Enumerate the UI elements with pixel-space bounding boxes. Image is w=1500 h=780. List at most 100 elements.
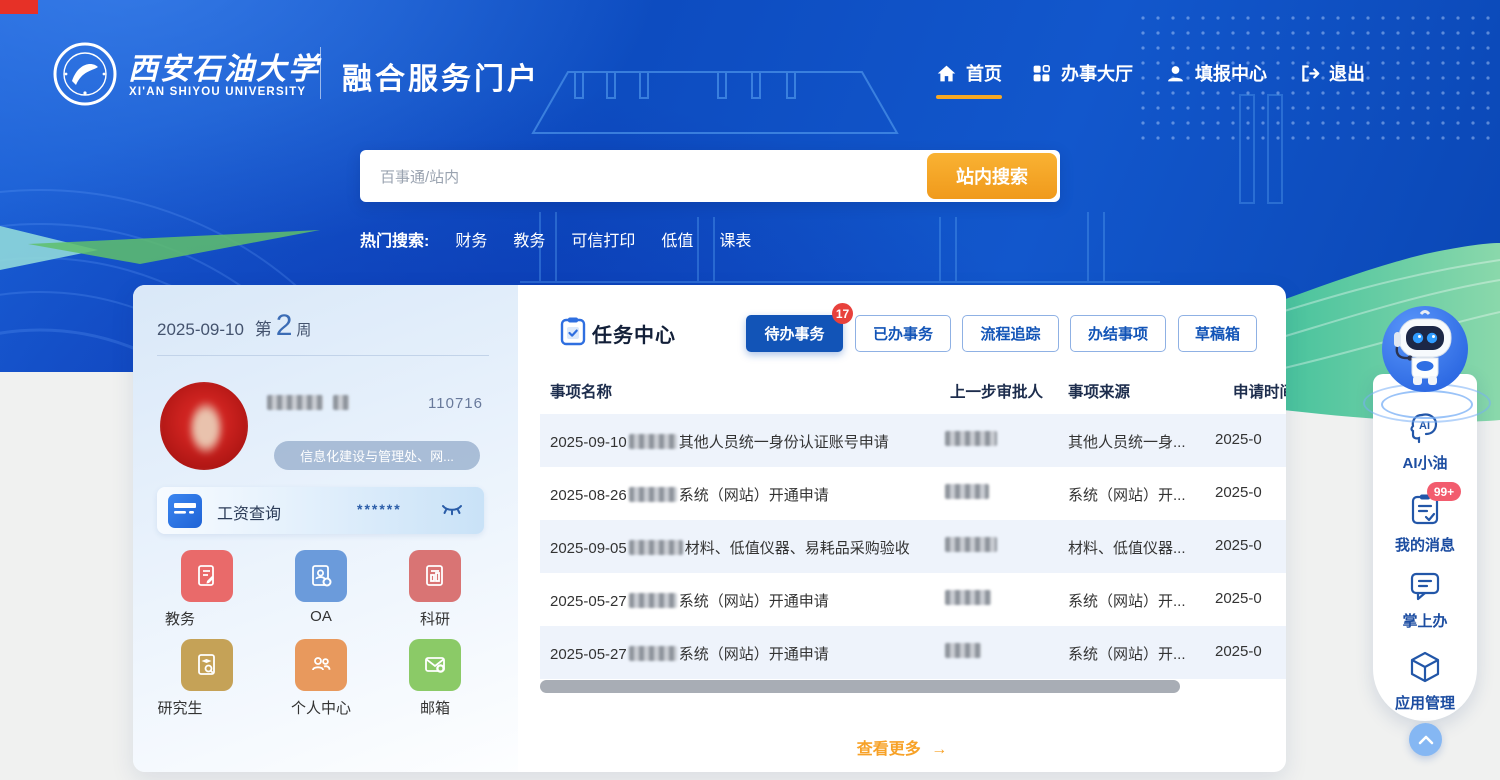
site-search-bar: 站内搜索 [360, 150, 1060, 202]
search-button[interactable]: 站内搜索 [927, 153, 1057, 199]
chat-bubble-icon [1408, 570, 1442, 602]
tab-label: 待办事务 [764, 323, 824, 344]
nav-item-service-hall[interactable]: 办事大厅 [1031, 60, 1133, 86]
tab-process-tracking[interactable]: 流程追踪 [962, 315, 1059, 352]
float-item-label: 我的消息 [1373, 534, 1477, 555]
applied-cell: 2025-0 [1215, 431, 1262, 448]
university-name-cn: 西安石油大学 [128, 44, 320, 88]
nav-label: 填报中心 [1195, 60, 1267, 86]
logout-icon [1299, 63, 1320, 84]
cube-icon [1408, 650, 1442, 684]
view-more-link[interactable]: 查看更多 → [802, 735, 1002, 759]
task-title-cell: 2025-08-26系统（网站）开通申请 [550, 484, 829, 505]
tab-label: 流程追踪 [980, 323, 1040, 344]
eye-closed-icon[interactable] [440, 500, 464, 523]
task-center-title: 任务中心 [592, 319, 676, 348]
applied-cell: 2025-0 [1215, 590, 1262, 607]
redacted-text [629, 593, 677, 608]
float-item-messages[interactable]: 99+ 我的消息 [1373, 492, 1477, 555]
robot-ripple [1381, 390, 1473, 419]
app-label: 科研 [375, 608, 495, 629]
screen-corner-marker [0, 0, 38, 14]
gate-outline-graphic [533, 72, 897, 133]
task-title-cell: 2025-05-27 系统（网站）开通申请 [550, 643, 829, 664]
search-input[interactable] [378, 150, 912, 204]
ai-robot-mascot[interactable] [1382, 306, 1468, 392]
task-title: 系统（网站）开通申请 [679, 646, 829, 663]
scroll-to-top-button[interactable] [1409, 723, 1442, 756]
tab-todo[interactable]: 待办事务 [746, 315, 843, 352]
redacted-text [629, 540, 683, 555]
salary-query-card[interactable]: 工资查询 ****** [157, 487, 484, 534]
tab-label: 已办事务 [873, 323, 933, 344]
nav-label: 退出 [1329, 60, 1365, 86]
float-item-app-management[interactable]: 应用管理 [1373, 650, 1477, 713]
redacted-text [629, 434, 677, 449]
nav-item-report-center[interactable]: 填报中心 [1165, 60, 1267, 86]
table-row[interactable]: 2025-09-10其他人员统一身份认证账号申请 其他人员统一身... 2025… [540, 414, 1286, 467]
tab-done[interactable]: 已办事务 [855, 315, 951, 352]
table-row[interactable]: 2025-05-27系统（网站）开通申请 系统（网站）开... 2025-0 [540, 573, 1286, 626]
app-label: 教务 [133, 608, 240, 629]
mail-icon [422, 652, 448, 678]
hot-search-row: 热门搜索: 财务 教务 可信打印 低值 课表 [360, 227, 751, 251]
panel-divider [157, 355, 489, 356]
redacted-approver [945, 431, 997, 446]
app-tile-mail[interactable] [409, 639, 461, 691]
main-content-card: 2025-09-10 第2周 110716 信息化建设与管理处、网... 工资查… [133, 285, 1286, 772]
float-item-mobile-office[interactable]: 掌上办 [1373, 570, 1477, 631]
hot-search-item[interactable]: 财务 [455, 227, 487, 251]
task-title: 其他人员统一身份认证账号申请 [679, 434, 889, 451]
people-icon [308, 652, 334, 678]
id-card-icon [308, 563, 334, 589]
avatar[interactable] [160, 382, 248, 470]
profile-panel: 2025-09-10 第2周 110716 信息化建设与管理处、网... 工资查… [133, 285, 518, 772]
user-icon [1165, 63, 1186, 84]
task-date: 2025-05-27 [550, 646, 627, 663]
task-title: 系统（网站）开通申请 [679, 487, 829, 504]
app-tile-yanjiusheng[interactable] [181, 639, 233, 691]
hot-search-item[interactable]: 可信打印 [571, 227, 635, 251]
hot-search-item[interactable]: 教务 [513, 227, 545, 251]
salary-masked-value: ****** [357, 501, 402, 517]
approver-cell [945, 643, 981, 660]
app-tile-oa[interactable] [295, 550, 347, 602]
user-name-redacted [267, 395, 349, 413]
view-more-label: 查看更多 [857, 741, 921, 758]
source-cell: 系统（网站）开... [1068, 590, 1186, 611]
nav-item-home[interactable]: 首页 [936, 60, 1002, 86]
portal-title: 融合服务门户 [342, 54, 540, 98]
department-badge: 信息化建设与管理处、网... [274, 441, 480, 470]
redacted-approver [945, 484, 989, 499]
app-tile-keyan[interactable] [409, 550, 461, 602]
applied-cell: 2025-0 [1215, 484, 1262, 501]
redacted-approver [945, 537, 997, 552]
horizontal-scrollbar[interactable] [540, 680, 1180, 693]
week-suffix: 周 [296, 322, 311, 339]
app-label: 邮箱 [375, 697, 495, 718]
nav-item-logout[interactable]: 退出 [1299, 60, 1365, 86]
column-header-applied: 申请时间 [1233, 380, 1286, 402]
table-row[interactable]: 2025-08-26系统（网站）开通申请 系统（网站）开... 2025-0 [540, 467, 1286, 520]
task-title: 系统（网站）开通申请 [679, 593, 829, 610]
float-item-label: 掌上办 [1373, 610, 1477, 631]
research-doc-icon [422, 563, 448, 589]
column-header-source: 事项来源 [1068, 380, 1130, 402]
university-name-en: XI'AN SHIYOU UNIVERSITY [129, 86, 306, 98]
tab-drafts[interactable]: 草稿箱 [1178, 315, 1257, 352]
grid-icon [1031, 63, 1052, 84]
table-row[interactable]: 2025-05-27系统（网站）开通申请 系统（网站）开... 2025-0 [540, 626, 1286, 679]
tab-completed[interactable]: 办结事项 [1070, 315, 1166, 352]
approver-cell [945, 431, 997, 448]
source-cell: 其他人员统一身... [1068, 431, 1186, 452]
salary-card-icon [168, 494, 202, 528]
app-tile-personal-center[interactable] [295, 639, 347, 691]
app-tile-jiaowu[interactable] [181, 550, 233, 602]
hot-search-item[interactable]: 低值 [661, 227, 693, 251]
hot-search-label: 热门搜索: [360, 227, 429, 251]
table-row[interactable]: 2025-09-05材料、低值仪器、易耗品采购验收 材料、低值仪器... 202… [540, 520, 1286, 573]
task-center-icon [559, 316, 587, 346]
logo-divider [320, 47, 321, 99]
hot-search-item[interactable]: 课表 [719, 227, 751, 251]
arrow-right-icon: → [925, 741, 947, 758]
